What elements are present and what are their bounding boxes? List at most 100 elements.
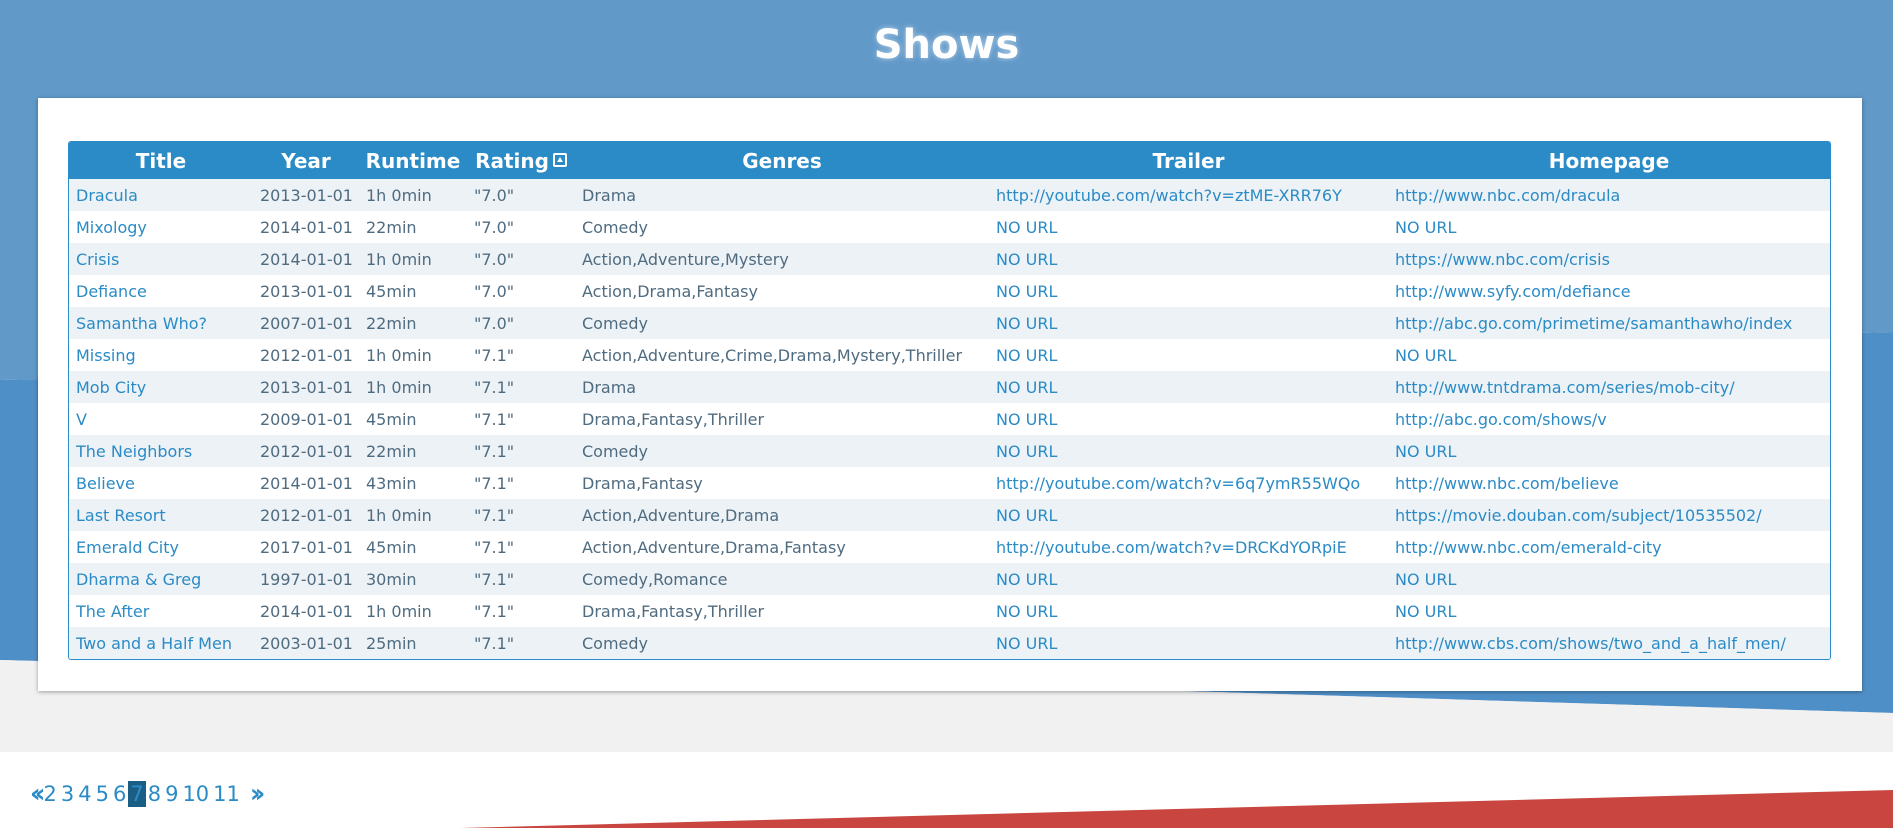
trailer-link[interactable]: NO URL (989, 563, 1388, 595)
homepage-link[interactable]: https://movie.douban.com/subject/1053550… (1388, 499, 1830, 531)
table-row: Last Resort 2012-01-01 1h 0min "7.1" Act… (69, 499, 1830, 531)
homepage-link[interactable]: NO URL (1388, 595, 1830, 627)
homepage-link[interactable]: http://www.tntdrama.com/series/mob-city/ (1388, 371, 1830, 403)
show-title-link[interactable]: V (69, 403, 253, 435)
runtime-cell: 45min (366, 537, 417, 557)
show-title-link[interactable]: Emerald City (69, 531, 253, 563)
show-title-link[interactable]: The Neighbors (69, 435, 253, 467)
page-link-current[interactable]: 7 (128, 781, 146, 807)
column-header-rating[interactable]: Rating (467, 142, 575, 179)
runtime-cell: 1h 0min (366, 377, 432, 397)
rating-cell: "7.1" (474, 441, 515, 461)
homepage-link[interactable]: NO URL (1388, 435, 1830, 467)
column-header-trailer[interactable]: Trailer (989, 142, 1388, 179)
runtime-cell: 1h 0min (366, 345, 432, 365)
trailer-link[interactable]: NO URL (989, 307, 1388, 339)
trailer-link[interactable]: NO URL (989, 499, 1388, 531)
year-cell: 2013-01-01 (260, 185, 353, 205)
page-link-2[interactable]: 2 (41, 781, 58, 807)
trailer-link[interactable]: NO URL (989, 339, 1388, 371)
rating-cell: "7.1" (474, 409, 515, 429)
homepage-link[interactable]: NO URL (1388, 211, 1830, 243)
show-title-link[interactable]: Mixology (69, 211, 253, 243)
page-link-11[interactable]: 11 (211, 781, 242, 807)
trailer-link[interactable]: http://youtube.com/watch?v=ztME-XRR76Y (989, 179, 1388, 211)
runtime-cell: 30min (366, 569, 417, 589)
show-title-link[interactable]: Samantha Who? (69, 307, 253, 339)
table-row: The Neighbors 2012-01-01 22min "7.1" Com… (69, 435, 1830, 467)
page-link-10[interactable]: 10 (180, 781, 211, 807)
show-title-link[interactable]: Dracula (69, 179, 253, 211)
double-chevron-right-icon[interactable]: ›› (248, 781, 266, 807)
page-link-3[interactable]: 3 (59, 781, 76, 807)
homepage-link[interactable]: http://www.nbc.com/believe (1388, 467, 1830, 499)
table-row: Emerald City 2017-01-01 45min "7.1" Acti… (69, 531, 1830, 563)
year-cell: 2013-01-01 (260, 377, 353, 397)
trailer-link[interactable]: NO URL (989, 627, 1388, 659)
page-link-8[interactable]: 8 (146, 781, 163, 807)
year-cell: 2014-01-01 (260, 473, 353, 493)
show-title-link[interactable]: The After (69, 595, 253, 627)
trailer-link[interactable]: http://youtube.com/watch?v=DRCKdYORpiE (989, 531, 1388, 563)
column-header-runtime[interactable]: Runtime (359, 142, 467, 179)
show-title-link[interactable]: Dharma & Greg (69, 563, 253, 595)
year-cell: 2003-01-01 (260, 633, 353, 653)
genres-cell: Action,Adventure,Drama (582, 505, 780, 525)
homepage-link[interactable]: https://www.nbc.com/crisis (1388, 243, 1830, 275)
page-link-9[interactable]: 9 (163, 781, 180, 807)
homepage-link[interactable]: http://abc.go.com/primetime/samanthawho/… (1388, 307, 1830, 339)
show-title-link[interactable]: Two and a Half Men (69, 627, 253, 659)
rating-cell: "7.1" (474, 473, 515, 493)
show-title-link[interactable]: Defiance (69, 275, 253, 307)
trailer-link[interactable]: NO URL (989, 403, 1388, 435)
page-link-6[interactable]: 6 (111, 781, 128, 807)
genres-cell: Action,Adventure,Crime,Drama,Mystery,Thr… (582, 345, 963, 365)
homepage-link[interactable]: http://www.syfy.com/defiance (1388, 275, 1830, 307)
genres-cell: Comedy (582, 441, 649, 461)
homepage-link[interactable]: http://www.nbc.com/emerald-city (1388, 531, 1830, 563)
year-cell: 2009-01-01 (260, 409, 353, 429)
trailer-link[interactable]: NO URL (989, 211, 1388, 243)
runtime-cell: 1h 0min (366, 505, 432, 525)
genres-cell: Drama,Fantasy (582, 473, 703, 493)
homepage-link[interactable]: http://abc.go.com/shows/v (1388, 403, 1830, 435)
year-cell: 2012-01-01 (260, 441, 353, 461)
rating-cell: "7.0" (474, 185, 515, 205)
double-chevron-left-icon[interactable]: ‹‹ (28, 781, 46, 807)
sort-ascending-icon[interactable] (552, 152, 567, 167)
shows-table: Title Year Runtime Rating Genres Trailer… (69, 142, 1830, 659)
trailer-link[interactable]: NO URL (989, 275, 1388, 307)
page-link-5[interactable]: 5 (94, 781, 111, 807)
shows-table-wrapper: Title Year Runtime Rating Genres Trailer… (68, 141, 1831, 660)
homepage-link[interactable]: NO URL (1388, 339, 1830, 371)
trailer-link[interactable]: NO URL (989, 243, 1388, 275)
homepage-link[interactable]: NO URL (1388, 563, 1830, 595)
genres-cell: Comedy (582, 633, 649, 653)
show-title-link[interactable]: Last Resort (69, 499, 253, 531)
genres-cell: Comedy (582, 217, 649, 237)
column-header-genres[interactable]: Genres (575, 142, 989, 179)
show-title-link[interactable]: Believe (69, 467, 253, 499)
rating-cell: "7.1" (474, 345, 515, 365)
column-header-year[interactable]: Year (253, 142, 359, 179)
table-row: Samantha Who? 2007-01-01 22min "7.0" Com… (69, 307, 1830, 339)
runtime-cell: 25min (366, 633, 417, 653)
table-row: Mixology 2014-01-01 22min "7.0" Comedy N… (69, 211, 1830, 243)
runtime-cell: 22min (366, 313, 417, 333)
shows-card: Title Year Runtime Rating Genres Trailer… (38, 98, 1862, 691)
show-title-link[interactable]: Mob City (69, 371, 253, 403)
trailer-link[interactable]: http://youtube.com/watch?v=6q7ymR55WQo (989, 467, 1388, 499)
rating-cell: "7.0" (474, 313, 515, 333)
column-header-title[interactable]: Title (69, 142, 253, 179)
show-title-link[interactable]: Crisis (69, 243, 253, 275)
page-link-4[interactable]: 4 (76, 781, 93, 807)
trailer-link[interactable]: NO URL (989, 595, 1388, 627)
homepage-link[interactable]: http://www.nbc.com/dracula (1388, 179, 1830, 211)
year-cell: 2014-01-01 (260, 217, 353, 237)
show-title-link[interactable]: Missing (69, 339, 253, 371)
trailer-link[interactable]: NO URL (989, 435, 1388, 467)
runtime-cell: 43min (366, 473, 417, 493)
trailer-link[interactable]: NO URL (989, 371, 1388, 403)
column-header-homepage[interactable]: Homepage (1388, 142, 1830, 179)
homepage-link[interactable]: http://www.cbs.com/shows/two_and_a_half_… (1388, 627, 1830, 659)
